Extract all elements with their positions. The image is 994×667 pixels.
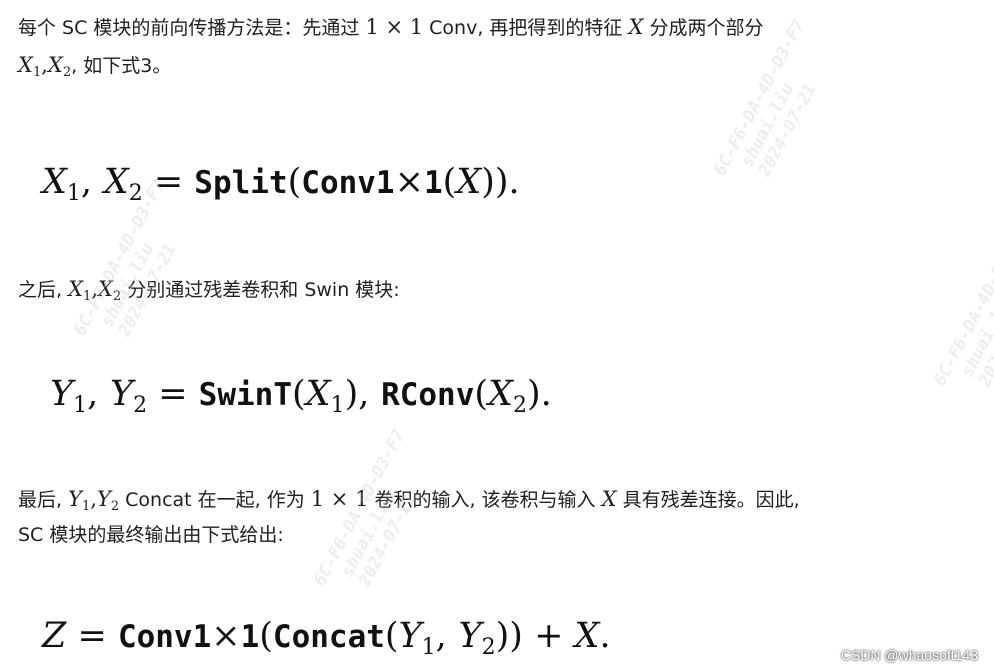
eq2-rconv: RConv	[381, 377, 475, 413]
eq1-x: X	[456, 162, 482, 202]
eq1-comma: ,	[80, 162, 93, 202]
eq3-conv: Conv1	[117, 619, 212, 655]
math-comma: ,	[91, 277, 99, 301]
math-x1: X	[68, 277, 84, 301]
csdn-credit: CSDN @whaosoft143	[840, 647, 978, 663]
eq3-y2: Y	[458, 616, 482, 656]
document-page: 每个 SC 模块的前向传播方法是：先通过 1 × 1 Conv, 再把得到的特征…	[0, 0, 994, 667]
eq2-xsub1: 1	[330, 393, 345, 418]
eq2-rparen2: ).	[526, 374, 552, 414]
eq1-lparen: (	[287, 162, 302, 202]
eq1-x2: X	[103, 162, 129, 202]
eq3-times: ×	[211, 616, 241, 656]
paragraph-concat-line2: SC 模块的最终输出由下式给出:	[18, 518, 284, 552]
eq3-lparen2: (	[384, 616, 399, 656]
math-comma: ,	[90, 487, 97, 511]
eq3-lparen1: (	[259, 616, 273, 656]
eq2-y2: Y	[109, 374, 134, 414]
paragraph-branches: 之后, X1,X2 分别通过残差卷积和 Swin 模块:	[18, 272, 400, 314]
eq2-lparen1: (	[292, 374, 306, 414]
math-sub-1: 1	[81, 499, 91, 514]
eq2-x2: X	[488, 374, 513, 414]
eq3-x: X	[574, 616, 600, 656]
equation-swin-rconv: Y1, Y2 = SwinT(X1), RConv(X2).	[50, 374, 552, 418]
eq3-comma: ,	[435, 616, 447, 656]
para1-text-b: Conv, 再把得到的特征	[423, 17, 629, 39]
math-comma: ,	[41, 53, 48, 77]
eq2-rparen1: ),	[344, 374, 370, 414]
math-x1: X	[18, 53, 33, 77]
para3-line2: SC 模块的最终输出由下式给出:	[18, 524, 284, 546]
equation-split: X1, X2 = Split(Conv1×1(X)).	[42, 162, 520, 206]
eq3-one: 1	[240, 619, 260, 655]
eq1-split: Split	[194, 165, 288, 201]
eq1-conv: Conv1	[301, 165, 395, 201]
equation-final-output: Z = Conv1×1(Concat(Y1, Y2)) + X.	[42, 616, 611, 660]
math-x: X	[628, 15, 644, 39]
math-x2: X	[98, 277, 113, 301]
paragraph-forward-propagation-line2: X1,X2, 如下式3。	[18, 48, 171, 90]
math-1x1: 1 × 1	[310, 487, 369, 511]
eq3-dot: .	[599, 616, 611, 656]
eq2-x1: X	[305, 374, 331, 414]
math-y1: Y	[68, 487, 82, 511]
eq3-sub1: 1	[421, 635, 436, 660]
eq3-sub2: 2	[481, 635, 496, 660]
eq2-xsub2: 2	[512, 393, 527, 418]
math-x: X	[601, 487, 617, 511]
eq2-comma: ,	[87, 374, 99, 414]
eq3-plus: +	[534, 616, 564, 656]
math-y2: Y	[96, 487, 111, 511]
eq1-sub1: 1	[66, 181, 81, 206]
eq3-y1: Y	[398, 616, 422, 656]
math-sub-2: 2	[62, 65, 72, 80]
math-1x1: 1 × 1	[365, 15, 424, 39]
eq2-swint: SwinT	[198, 377, 292, 413]
para1-tail: , 如下式3。	[71, 55, 172, 77]
eq1-one: 1	[423, 165, 443, 201]
para2-text-b: 分别通过残差卷积和 Swin 模块:	[121, 279, 400, 301]
para3-text-b: Concat 在一起, 作为	[119, 489, 311, 511]
para3-text-d: 具有残差连接。因此,	[616, 489, 800, 511]
eq2-sub2: 2	[133, 393, 148, 418]
eq3-z: Z	[42, 616, 67, 656]
para3-text-c: 卷积的输入, 该卷积与输入	[368, 489, 602, 511]
eq2-equals: =	[158, 374, 188, 414]
eq2-lparen2: (	[474, 374, 489, 414]
eq3-rparen: ))	[495, 616, 523, 656]
eq1-x1: X	[42, 162, 67, 202]
eq1-lparen2: (	[442, 162, 457, 202]
eq1-times: ×	[394, 162, 424, 202]
math-sub-2: 2	[110, 499, 120, 514]
eq1-equals: =	[153, 162, 184, 202]
eq2-sub1: 1	[73, 393, 88, 418]
math-x2: X	[47, 53, 63, 77]
eq2-y1: Y	[50, 374, 74, 414]
watermark: 6C-F6-DA-4D-D3-F7 shuai.liu 2024-07-21	[930, 226, 994, 391]
paragraph-forward-propagation: 每个 SC 模块的前向传播方法是：先通过 1 × 1 Conv, 再把得到的特征…	[18, 10, 763, 45]
math-sub-1: 1	[32, 65, 42, 80]
math-sub-2: 2	[112, 289, 122, 304]
para1-text-c: 分成两个部分	[643, 17, 764, 39]
eq3-concat: Concat	[272, 619, 385, 655]
eq3-equals: =	[77, 616, 107, 656]
eq1-sub2: 2	[128, 181, 143, 206]
eq1-rparen: )).	[481, 162, 520, 202]
para2-text-a: 之后,	[18, 279, 69, 301]
para1-text-a: 每个 SC 模块的前向传播方法是：先通过	[18, 17, 366, 39]
para3-text-a: 最后,	[18, 489, 69, 511]
